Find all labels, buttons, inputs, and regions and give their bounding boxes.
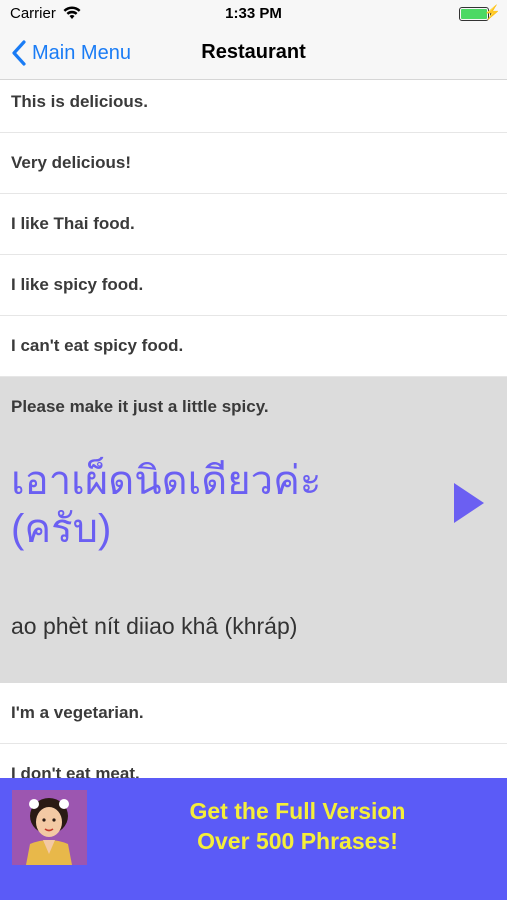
play-icon[interactable] [452, 481, 486, 525]
banner-line1: Get the Full Version [189, 798, 406, 824]
banner-line2: Over 500 Phrases! [197, 828, 398, 854]
thai-woman-avatar-icon [12, 790, 87, 865]
phrase-row[interactable]: Very delicious! [0, 133, 507, 194]
navigation-bar: Main Menu Restaurant [0, 28, 507, 80]
phrase-row[interactable]: I don't eat meat. [0, 744, 507, 778]
phrase-romanization: ao phèt nít diiao khâ (khráp) [11, 613, 298, 639]
phrase-row[interactable]: I can't eat spicy food. [0, 316, 507, 377]
phrase-list[interactable]: This is delicious. Very delicious! I lik… [0, 80, 507, 778]
banner-text: Get the Full Version Over 500 Phrases! [120, 796, 475, 856]
phrase-english: Please make it just a little spicy. [11, 397, 269, 416]
charging-icon: ⚡ [483, 4, 501, 20]
phrase-thai: เอาเผ็ดนิดเดียวค่ะ (ครับ) [11, 459, 322, 551]
page-title: Restaurant [201, 41, 306, 63]
phrase-row[interactable]: I like spicy food. [0, 255, 507, 316]
expanded-phrase-row[interactable]: Please make it just a little spicy. เอาเ… [0, 377, 507, 683]
clock: 1:33 PM [225, 5, 282, 22]
status-bar: Carrier 1:33 PM ⚡ [0, 0, 507, 28]
phrase-row[interactable]: I like Thai food. [0, 194, 507, 255]
phrase-row[interactable]: This is delicious. [0, 80, 507, 133]
phrase-row[interactable]: I'm a vegetarian. [0, 683, 507, 744]
upgrade-banner[interactable]: Get the Full Version Over 500 Phrases! [0, 778, 507, 900]
